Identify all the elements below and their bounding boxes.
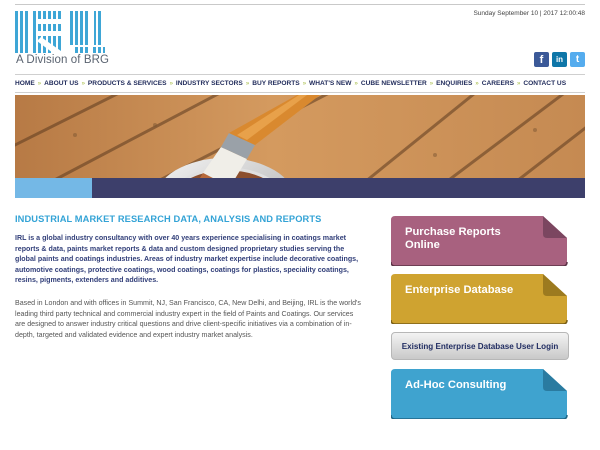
nav-whats-new[interactable]: WHAT'S NEW <box>309 80 351 87</box>
nav-industry-sectors[interactable]: INDUSTRY SECTORS <box>176 80 243 87</box>
top-divider <box>15 4 585 5</box>
paint-brush-banner-image <box>15 95 585 198</box>
enterprise-user-login-button[interactable]: Existing Enterprise Database User Login <box>391 332 569 360</box>
social-links: f in t <box>534 52 585 67</box>
linkedin-icon[interactable]: in <box>552 52 567 67</box>
adhoc-button-shape <box>391 369 568 419</box>
nav-home[interactable]: HOME <box>15 80 35 87</box>
facebook-icon[interactable]: f <box>534 52 549 67</box>
nav-about-us[interactable]: ABOUT US <box>44 80 78 87</box>
enterprise-button-shape <box>391 274 568 324</box>
hero-banner <box>15 95 585 198</box>
enterprise-database-label: Enterprise Database <box>405 284 514 296</box>
nav-separator: » <box>475 80 479 87</box>
purchase-reports-online-button[interactable]: Purchase Reports Online <box>391 216 568 266</box>
nav-separator: » <box>81 80 85 87</box>
nav-products-services[interactable]: PRODUCTS & SERVICES <box>88 80 167 87</box>
nav-careers[interactable]: CAREERS <box>482 80 514 87</box>
nav-contact-us[interactable]: CONTACT US <box>523 80 566 87</box>
nav-separator: » <box>169 80 173 87</box>
irl-logo[interactable]: A Division of BRG <box>15 11 110 67</box>
main-nav: HOME » ABOUT US » PRODUCTS & SERVICES » … <box>15 74 585 93</box>
about-paragraph: Based in London and with offices in Summ… <box>15 299 361 339</box>
twitter-icon[interactable]: t <box>570 52 585 67</box>
nav-separator: » <box>302 80 307 87</box>
nav-separator: » <box>517 80 521 87</box>
intro-paragraph: IRL is a global industry consultancy wit… <box>15 234 359 285</box>
irl-logo-mark <box>15 11 105 53</box>
nav-separator: » <box>37 80 42 87</box>
nav-buy-reports[interactable]: BUY REPORTS <box>252 80 300 87</box>
nav-separator: » <box>245 80 250 87</box>
purchase-reports-label: Purchase Reports Online <box>405 226 501 251</box>
nav-separator: » <box>429 80 434 87</box>
nav-separator: » <box>354 80 358 87</box>
page-heading: INDUSTRIAL MARKET RESEARCH DATA, ANALYSI… <box>15 214 322 224</box>
ad-hoc-consulting-label: Ad-Hoc Consulting <box>405 379 507 391</box>
logo-tagline: A Division of BRG <box>16 54 110 66</box>
nav-enquiries[interactable]: ENQUIRIES <box>436 80 472 87</box>
ad-hoc-consulting-button[interactable]: Ad-Hoc Consulting <box>391 369 568 419</box>
enterprise-database-button[interactable]: Enterprise Database <box>391 274 568 324</box>
nav-cube-newsletter[interactable]: CUBE NEWSLETTER <box>361 80 427 87</box>
login-label: Existing Enterprise Database User Login <box>401 341 559 351</box>
current-datetime: Sunday September 10 | 2017 12:00:48 <box>473 10 585 17</box>
